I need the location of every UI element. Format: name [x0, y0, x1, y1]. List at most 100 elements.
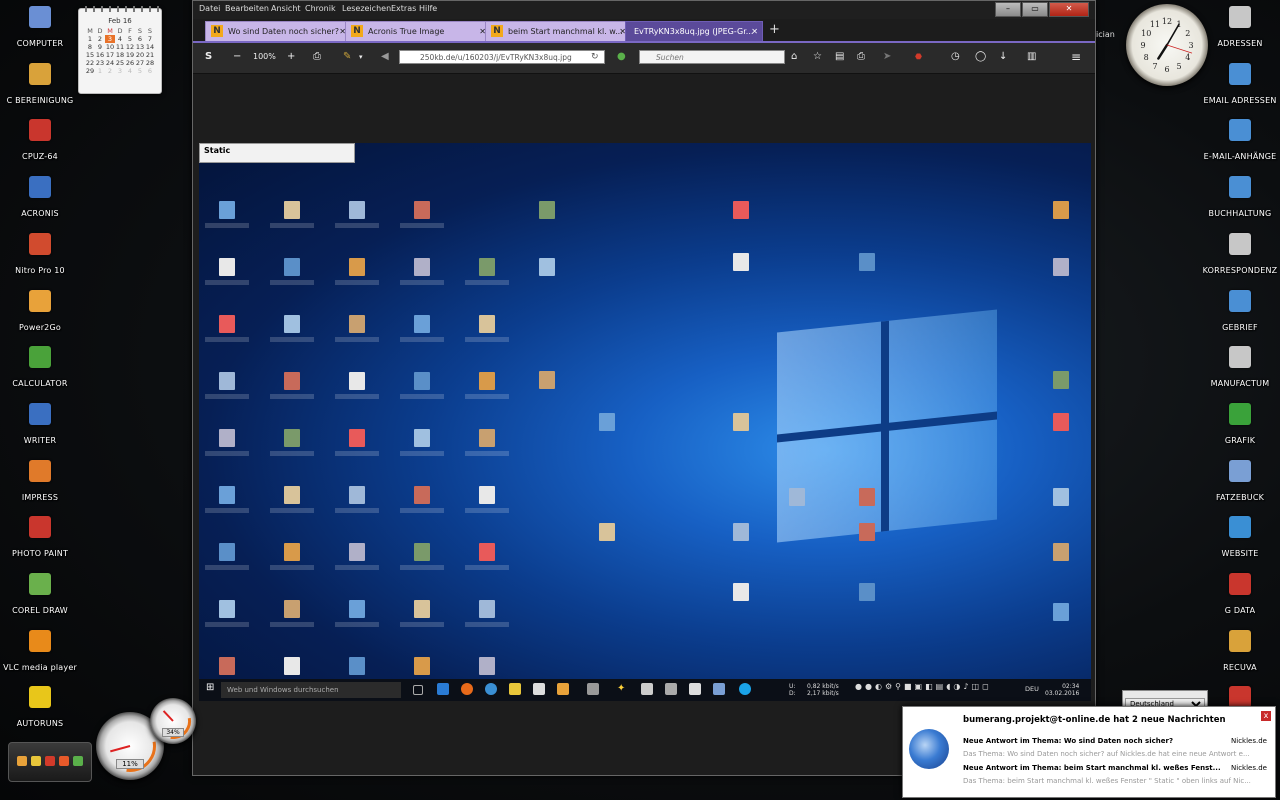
desktop-icon[interactable]: KORRESPONDENZ	[1198, 232, 1280, 277]
tab-close-icon[interactable]: ✕	[751, 22, 758, 41]
url-bar[interactable]: 250kb.de/u/160203/j/EvTRyKN3x8uq.jpg	[399, 50, 605, 64]
calendar-day[interactable]: 24	[105, 59, 115, 67]
calendar-day[interactable]: 10	[105, 43, 115, 51]
launcher-app-icon[interactable]	[31, 756, 41, 766]
desktop-icon[interactable]: FATZEBUCK	[1198, 459, 1280, 504]
calendar-day[interactable]: 23	[95, 59, 105, 67]
calendar-day[interactable]: 8	[85, 43, 95, 51]
clock-gadget[interactable]: 121234567891011	[1126, 4, 1208, 86]
desktop-icon[interactable]: WEBSITE	[1198, 516, 1280, 560]
notification-item[interactable]: Neue Antwort im Thema: beim Start manchm…	[963, 764, 1267, 772]
s-button[interactable]: S	[205, 49, 212, 65]
calendar-day[interactable]: 1	[95, 67, 105, 75]
desktop-icon[interactable]: BUCHHALTUNG	[1198, 176, 1280, 220]
desktop-icon[interactable]: EMAIL ADRESSEN	[1198, 62, 1280, 107]
menu-datei[interactable]: Datei	[199, 4, 220, 13]
calendar-day[interactable]: 26	[125, 59, 135, 67]
desktop-icon[interactable]: MANUFACTUM	[1198, 346, 1280, 390]
menu-bearbeiten[interactable]: Bearbeiten	[225, 4, 269, 13]
desktop-icon[interactable]: G DATA	[1198, 573, 1280, 617]
calendar-day[interactable]: 28	[145, 59, 155, 67]
desktop-icon[interactable]: COMPUTER	[0, 6, 82, 50]
desktop-icon[interactable]: CALCULATOR	[0, 346, 82, 390]
memory-gauge[interactable]: 34%	[150, 698, 196, 744]
calendar-day[interactable]: 19	[125, 51, 135, 59]
launcher-app-icon[interactable]	[59, 756, 69, 766]
calendar-day[interactable]: 27	[135, 59, 145, 67]
zoom-out-button[interactable]: −	[233, 49, 241, 65]
minimize-button[interactable]: –	[995, 2, 1021, 17]
desktop-icon[interactable]: Power2Go	[0, 289, 82, 334]
reload-icon[interactable]: ↻	[591, 49, 599, 65]
print-icon[interactable]: ⎙	[313, 49, 321, 65]
history-icon[interactable]: ◷	[951, 49, 960, 65]
desktop-icon[interactable]: PHOTO PAINT	[0, 516, 82, 560]
send-icon[interactable]: ➤	[883, 49, 891, 65]
dropdown-arrow-icon[interactable]: ▾	[359, 49, 363, 65]
menu-ansicht[interactable]: Ansicht	[271, 4, 301, 13]
calendar-day[interactable]: 2	[95, 35, 105, 43]
calendar-day[interactable]: 9	[95, 43, 105, 51]
tab-wo-sind-daten[interactable]: N Wo sind Daten noch sicher? ✕	[205, 21, 351, 41]
calendar-day[interactable]: 20	[135, 51, 145, 59]
calendar-day[interactable]: 25	[115, 59, 125, 67]
desktop-icon[interactable]: VLC media player	[0, 629, 82, 674]
calendar-day[interactable]: 29	[85, 67, 95, 75]
calendar-day[interactable]: 5	[135, 67, 145, 75]
desktop-icon[interactable]: CPUZ-64	[0, 119, 82, 163]
desktop-icon[interactable]: IMPRESS	[0, 459, 82, 504]
menu-extras[interactable]: Extras	[391, 4, 416, 13]
calendar-day[interactable]: 6	[135, 35, 145, 43]
calendar-day[interactable]: 17	[105, 51, 115, 59]
desktop-icon[interactable]: ACRONIS	[0, 176, 82, 220]
back-icon[interactable]: ◀	[381, 49, 389, 65]
calendar-day[interactable]: 3	[115, 67, 125, 75]
calendar-day[interactable]: 2	[105, 67, 115, 75]
download-icon[interactable]: ↓	[999, 49, 1007, 65]
calendar-day[interactable]: 6	[145, 67, 155, 75]
maximize-button[interactable]: ▭	[1022, 2, 1048, 17]
desktop-icon[interactable]: WRITER	[0, 402, 82, 447]
hamburger-menu-icon[interactable]: ≡	[1071, 49, 1081, 65]
tab-beim-start[interactable]: N beim Start manchmal kl. w... ✕	[485, 21, 631, 41]
calendar-day[interactable]: 14	[145, 43, 155, 51]
chat-icon[interactable]: ◯	[975, 49, 986, 65]
calendar-day[interactable]: 11	[115, 43, 125, 51]
clipboard-icon[interactable]: ▤	[835, 49, 844, 65]
desktop-icon[interactable]: ADRESSEN	[1198, 6, 1280, 50]
browser-window[interactable]: Datei Bearbeiten Ansicht Chronik Lesezei…	[192, 0, 1096, 776]
calendar-day[interactable]: 5	[125, 35, 135, 43]
calendar-day[interactable]: 16	[95, 51, 105, 59]
calendar-day[interactable]: 15	[85, 51, 95, 59]
close-icon[interactable]: x	[1261, 711, 1271, 721]
desktop-icon[interactable]: AUTORUNS	[0, 686, 82, 730]
desktop-icon[interactable]: RECUVA	[1198, 629, 1280, 674]
tab-acronis[interactable]: N Acronis True Image ✕	[345, 21, 491, 41]
launcher-app-icon[interactable]	[45, 756, 55, 766]
search-input[interactable]: Suchen	[639, 50, 785, 64]
trash-icon[interactable]: ▥	[1027, 49, 1036, 65]
menu-lesezeichen[interactable]: Lesezeichen	[342, 4, 391, 13]
extension-icon[interactable]: ✎	[343, 49, 351, 65]
calendar-day[interactable]: 13	[135, 43, 145, 51]
calendar-day[interactable]: 7	[145, 35, 155, 43]
printer-icon[interactable]: ⎙	[857, 49, 865, 65]
desktop-icon[interactable]: GRAFIK	[1198, 402, 1280, 447]
zoom-level[interactable]: 100%	[253, 49, 276, 65]
addon-icon[interactable]: ●	[617, 49, 626, 65]
desktop-icon[interactable]: GEBRIEF	[1198, 289, 1280, 334]
menu-hilfe[interactable]: Hilfe	[419, 4, 437, 13]
bookmark-star-icon[interactable]: ☆	[813, 49, 822, 65]
mail-notification[interactable]: bumerang.projekt@t-online.de hat 2 neue …	[902, 706, 1276, 798]
calendar-day[interactable]: 22	[85, 59, 95, 67]
calendar-day[interactable]: 3	[105, 35, 115, 43]
desktop-icon[interactable]: E-MAIL-ANHÄNGE	[1198, 119, 1280, 163]
calendar-day[interactable]: 1	[85, 35, 95, 43]
desktop-icon[interactable]: COREL DRAW	[0, 573, 82, 617]
home-icon[interactable]: ⌂	[791, 49, 797, 65]
menu-chronik[interactable]: Chronik	[305, 4, 336, 13]
new-tab-button[interactable]: +	[769, 22, 780, 37]
tab-image-active[interactable]: EvTRyKN3x8uq.jpg (JPEG-Gr... ✕	[625, 21, 763, 41]
notification-item[interactable]: Neue Antwort im Thema: Wo sind Daten noc…	[963, 737, 1267, 745]
calendar-gadget[interactable]: Feb 16 M D M D F S S 1 2 3 4 5 6 7 8 9 10 11 12 13 14 15 16 17 1…	[78, 6, 162, 94]
